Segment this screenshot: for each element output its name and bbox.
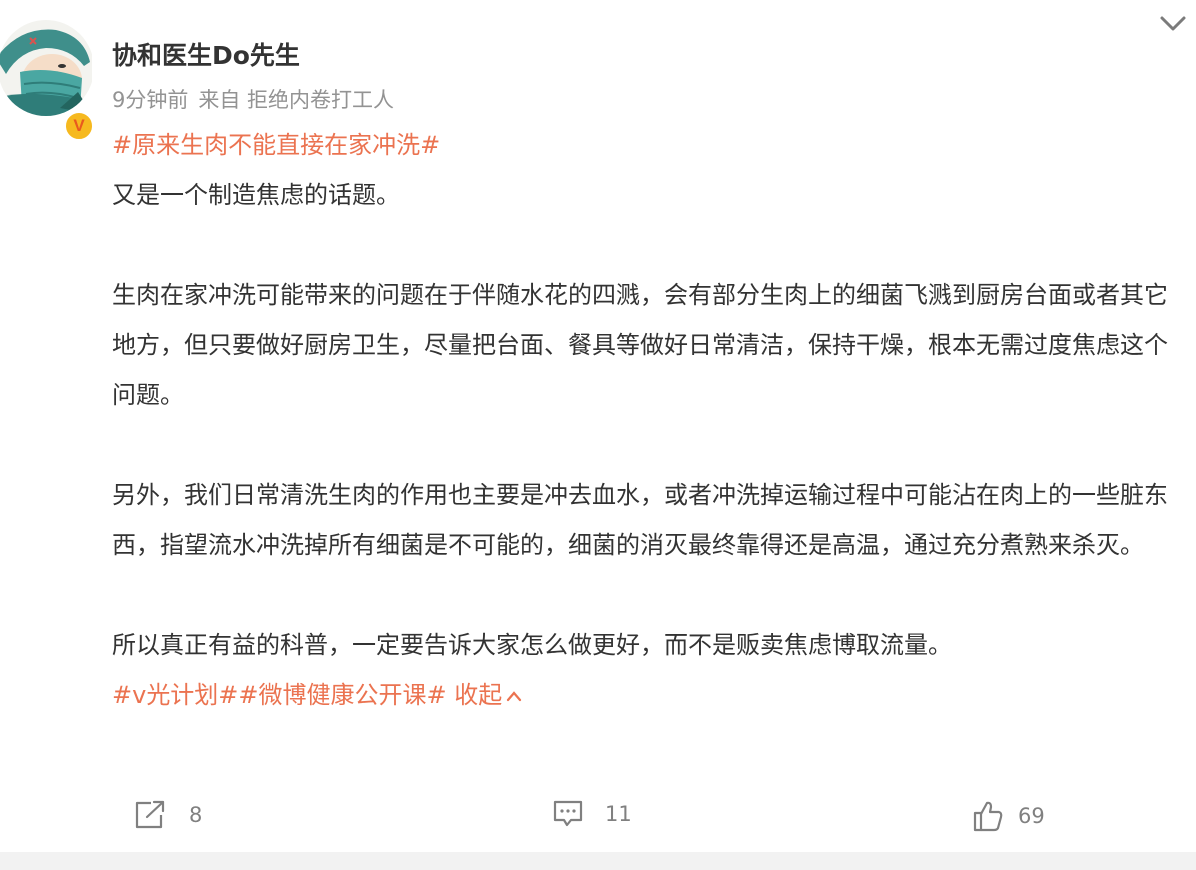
like-button[interactable]: 69 <box>972 799 1045 833</box>
chevron-down-icon[interactable] <box>1158 12 1188 36</box>
like-count: 69 <box>1018 804 1045 828</box>
chevron-up-icon <box>507 691 522 702</box>
paragraph-2: 生肉在家冲洗可能带来的问题在于伴随水花的四溅，会有部分生肉上的细菌飞溅到厨房台面… <box>112 281 1168 409</box>
collapse-label: 收起 <box>454 681 503 709</box>
avatar-illustration <box>0 20 94 116</box>
repost-icon <box>135 800 165 829</box>
post-meta: 9分钟前 来自 拒绝内卷打工人 <box>112 84 394 114</box>
like-icon <box>973 801 1003 832</box>
comment-icon <box>553 800 583 827</box>
verified-badge-icon: V <box>64 111 94 141</box>
avatar[interactable]: V <box>0 18 94 141</box>
comment-count: 11 <box>605 802 632 826</box>
feed-separator <box>0 852 1196 870</box>
repost-button[interactable]: 8 <box>133 799 202 831</box>
paragraph-4: 所以真正有益的科普，一定要告诉大家怎么做更好，而不是贩卖焦虑博取流量。 <box>112 631 952 659</box>
author-name[interactable]: 协和医生Do先生 <box>112 36 300 72</box>
post-source[interactable]: 来自 拒绝内卷打工人 <box>198 88 394 112</box>
tag-line: #v光计划##微博健康公开课# 收起 <box>112 670 1182 720</box>
hashtag-links[interactable]: #v光计划##微博健康公开课# <box>112 681 447 709</box>
post-time[interactable]: 9分钟前 <box>112 88 188 112</box>
collapse-link[interactable]: 收起 <box>454 681 522 709</box>
repost-count: 8 <box>189 803 203 827</box>
weibo-post: V 协和医生Do先生 9分钟前 来自 拒绝内卷打工人 #原来生肉不能直接在家冲洗#… <box>0 0 1196 852</box>
action-bar: 8 11 69 <box>0 793 1196 841</box>
paragraph-3: 另外，我们日常清洗生肉的作用也主要是冲去血水，或者冲洗掉运输过程中可能沾在肉上的… <box>112 481 1168 559</box>
topic-link[interactable]: #原来生肉不能直接在家冲洗# <box>112 120 1182 170</box>
post-content: #原来生肉不能直接在家冲洗# 又是一个制造焦虑的话题。 生肉在家冲洗可能带来的问… <box>112 120 1182 720</box>
paragraph-1: 又是一个制造焦虑的话题。 <box>112 181 400 209</box>
comment-button[interactable]: 11 <box>553 799 632 829</box>
